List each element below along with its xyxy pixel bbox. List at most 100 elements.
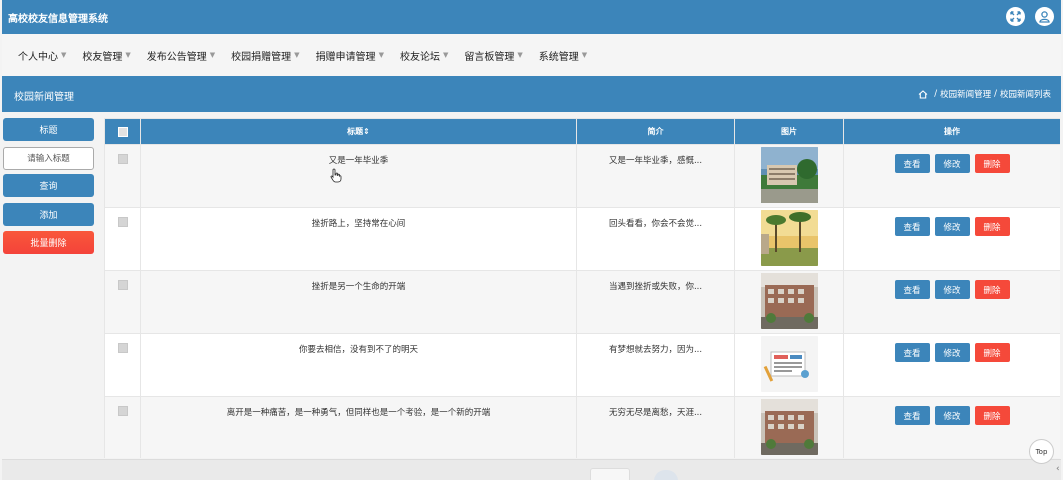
row-select-cell — [104, 270, 141, 334]
title-search-label: 标题 — [3, 118, 94, 141]
column-header-summary: 简介 — [576, 118, 735, 145]
view-button[interactable]: 查看 — [894, 154, 930, 173]
add-button[interactable]: 添加 — [3, 203, 94, 226]
menu-item-label: 校友论坛 — [399, 51, 440, 63]
row-checkbox[interactable] — [117, 343, 128, 353]
delete-button[interactable]: 删除 — [974, 154, 1010, 173]
back-to-top-button[interactable]: Top — [1029, 439, 1054, 464]
user-icon[interactable] — [1035, 7, 1054, 26]
row-select-cell — [104, 396, 141, 458]
row-image-cell — [734, 270, 844, 334]
column-header-actions: 操作 — [843, 118, 1060, 145]
chevron-down-icon: ▼ — [125, 51, 131, 59]
row-title: 挫折路上，坚持常在心间 — [140, 207, 577, 271]
row-title: 你要去相信，没有到不了的明天 — [140, 333, 577, 397]
row-image-cell — [734, 207, 844, 271]
breadcrumb-separator: / — [934, 89, 938, 99]
breadcrumb-item[interactable]: 校园新闻管理 — [940, 88, 991, 100]
row-image-cell — [734, 333, 844, 397]
row-summary: 又是一年毕业季，感慨... — [576, 144, 735, 208]
menu-item-alumni[interactable]: 校友管理 ▼ — [82, 48, 130, 63]
chevron-down-icon: ▼ — [61, 51, 67, 59]
title-search-input[interactable] — [3, 147, 94, 170]
sort-icon[interactable]: ⇕ — [363, 127, 370, 136]
table-header-row: 标题⇕ 简介 图片 操作 — [104, 118, 1060, 145]
page-title-bar: 校园新闻管理 / 校园新闻管理 / 校园新闻列表 — [2, 76, 1061, 112]
view-button[interactable]: 查看 — [894, 343, 930, 362]
chevron-left-icon[interactable]: ‹ — [1056, 464, 1060, 474]
menu-item-label: 校园捐赠管理 — [231, 51, 292, 63]
view-button[interactable]: 查看 — [894, 217, 930, 236]
batch-delete-button[interactable]: 批量删除 — [3, 231, 94, 254]
column-header-title[interactable]: 标题⇕ — [140, 118, 577, 145]
campus-building-photo — [760, 147, 818, 203]
breadcrumb-item: 校园新闻列表 — [999, 90, 1051, 100]
palm-trees-photo — [760, 210, 818, 266]
row-actions-cell: 查看 修改 删除 — [843, 333, 1060, 397]
page-title: 校园新闻管理 — [14, 92, 74, 103]
row-summary: 当遇到挫折或失败，你... — [576, 270, 735, 334]
view-button[interactable]: 查看 — [894, 280, 930, 299]
home-icon[interactable] — [918, 89, 928, 99]
edit-button[interactable]: 修改 — [934, 343, 970, 362]
menu-item-label: 发布公告管理 — [146, 51, 207, 63]
breadcrumb-separator: / — [994, 89, 997, 99]
horizontal-scrollbar[interactable] — [2, 459, 1061, 480]
row-summary: 回头看看，你会不会觉... — [576, 207, 735, 271]
top-bar: 高校校友信息管理系统 — [2, 0, 1061, 34]
row-title: 离开是一种痛苦，是一种勇气，但同样也是一个考验，是一个新的开端 — [140, 396, 577, 458]
menu-item-personal-center[interactable]: 个人中心 ▼ — [18, 48, 66, 63]
select-all-checkbox[interactable] — [117, 126, 128, 137]
hand-cursor-icon — [330, 168, 342, 183]
app-title: 高校校友信息管理系统 — [8, 14, 108, 25]
row-checkbox[interactable] — [117, 280, 128, 290]
query-button[interactable]: 查询 — [3, 174, 94, 197]
row-checkbox[interactable] — [117, 154, 128, 164]
chevron-down-icon: ▼ — [209, 51, 216, 59]
row-select-cell — [104, 333, 141, 397]
menu-item-announcements[interactable]: 发布公告管理 ▼ — [147, 48, 215, 63]
select-all-header — [104, 118, 141, 145]
menu-item-forum[interactable]: 校友论坛 ▼ — [400, 48, 448, 63]
row-actions-cell: 查看 修改 删除 — [843, 270, 1060, 334]
row-image-cell — [734, 396, 844, 458]
view-button[interactable]: 查看 — [894, 406, 930, 425]
row-summary: 有梦想就去努力，因为... — [576, 333, 735, 397]
table-row: 又是一年毕业季 又是一年毕业季，感慨... 查看 修改 删除 — [104, 144, 1060, 208]
scroll-thumb[interactable] — [590, 468, 630, 480]
menu-item-label: 系统管理 — [538, 51, 579, 63]
edit-button[interactable]: 修改 — [934, 217, 970, 236]
row-select-cell — [104, 207, 141, 271]
row-checkbox[interactable] — [117, 217, 128, 227]
table-row: 挫折是另一个生命的开端 当遇到挫折或失败，你... 查看 修改 删除 — [104, 270, 1060, 334]
delete-button[interactable]: 删除 — [974, 280, 1010, 299]
delete-button[interactable]: 删除 — [974, 217, 1010, 236]
table-row: 挫折路上，坚持常在心间 回头看看，你会不会觉... 查看 修改 删除 — [104, 207, 1060, 271]
chevron-down-icon: ▼ — [294, 51, 300, 59]
expand-icon[interactable] — [1006, 7, 1025, 26]
delete-button[interactable]: 删除 — [974, 343, 1010, 362]
row-checkbox[interactable] — [117, 406, 128, 416]
row-actions-cell: 查看 修改 删除 — [843, 396, 1060, 458]
column-header-label: 标题 — [347, 127, 364, 136]
edit-button[interactable]: 修改 — [934, 406, 970, 425]
row-actions-cell: 查看 修改 删除 — [843, 207, 1060, 271]
edit-button[interactable]: 修改 — [934, 154, 970, 173]
column-header-image: 图片 — [734, 118, 844, 145]
news-illustration — [760, 336, 818, 392]
edit-button[interactable]: 修改 — [934, 280, 970, 299]
menu-item-label: 留言板管理 — [464, 51, 515, 63]
menu-item-message-board[interactable]: 留言板管理 ▼ — [464, 48, 522, 63]
menu-item-system[interactable]: 系统管理 ▼ — [539, 48, 587, 63]
chevron-down-icon: ▼ — [442, 51, 449, 59]
row-summary: 无穷无尽是离愁，天涯... — [576, 396, 735, 458]
menu-item-donation-application[interactable]: 捐赠申请管理 ▼ — [316, 48, 384, 63]
menu-item-label: 个人中心 — [18, 51, 58, 63]
delete-button[interactable]: 删除 — [974, 406, 1010, 425]
menu-item-campus-donation[interactable]: 校园捐赠管理 ▼ — [231, 48, 299, 63]
chevron-down-icon: ▼ — [378, 51, 384, 59]
row-title: 又是一年毕业季 — [140, 144, 577, 208]
breadcrumb: / 校园新闻管理 / 校园新闻列表 — [918, 88, 1051, 100]
menu-item-label: 校友管理 — [82, 51, 123, 63]
main-menu: 个人中心 ▼ 校友管理 ▼ 发布公告管理 ▼ 校园捐赠管理 ▼ 捐赠申请管理 ▼ 校友论坛… — [2, 34, 603, 76]
